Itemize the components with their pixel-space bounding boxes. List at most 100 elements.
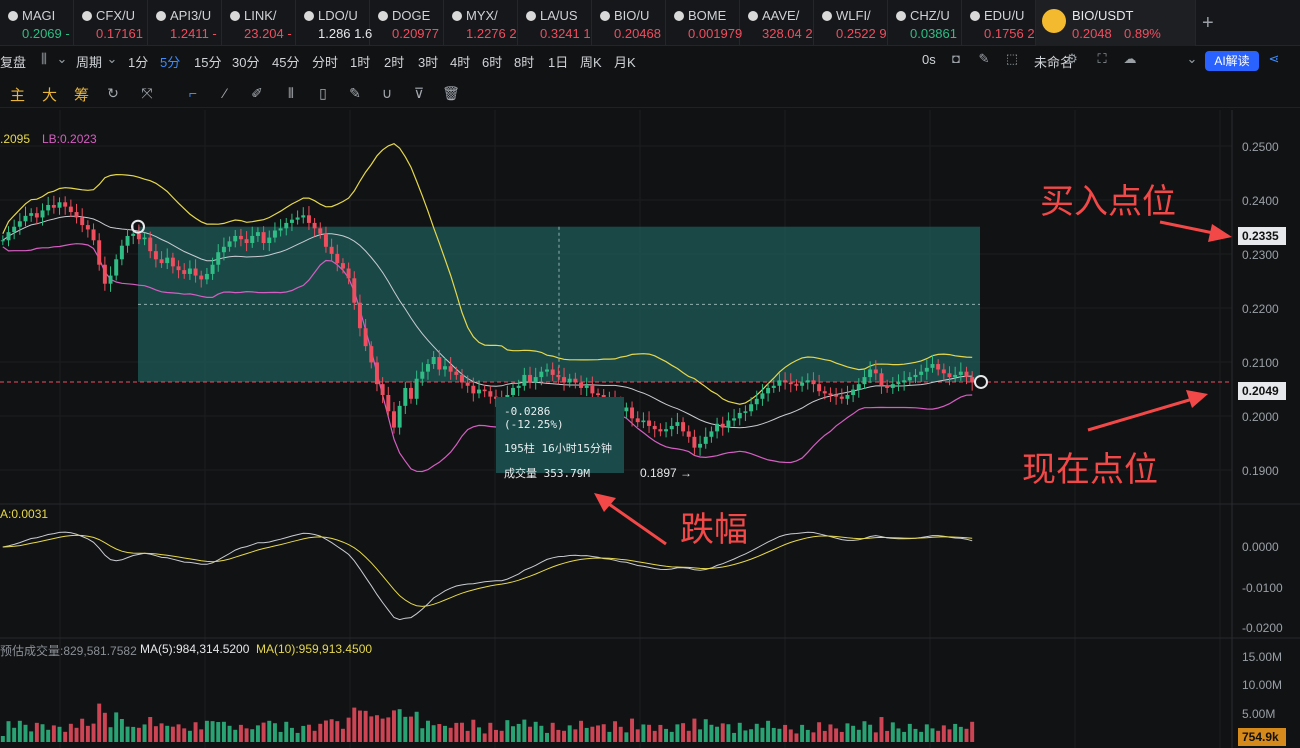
brush-icon[interactable]: ✐ [248, 84, 266, 102]
candle-body [340, 263, 345, 269]
interval-button[interactable]: 周K [580, 52, 602, 71]
interval-button[interactable]: 1日 [548, 52, 568, 71]
volume-bar [460, 722, 464, 742]
ticker-tab[interactable]: API3/U 1.2411 - [148, 0, 222, 46]
volume-bar [494, 729, 498, 742]
filter-icon[interactable]: ⊽ [410, 84, 428, 102]
ticker-tab[interactable]: LA/US 0.3241 1 [518, 0, 592, 46]
ticker-tab[interactable]: CHZ/U 0.03861 [888, 0, 962, 46]
candle-body [652, 425, 657, 430]
interval-button[interactable]: 30分 [232, 52, 259, 71]
ticker-tab[interactable]: EDU/U 0.1756 2 [962, 0, 1036, 46]
large-order-button[interactable]: 大 [42, 84, 57, 105]
settings-icon[interactable]: ⚙ [1064, 51, 1080, 67]
interval-button[interactable]: 1分 [128, 52, 148, 71]
volume-bar [318, 723, 323, 742]
interval-button[interactable]: 3时 [418, 52, 438, 71]
replay-button[interactable]: 复盘 [0, 52, 26, 71]
ticker-tab[interactable]: MYX/1.2276 2 [444, 0, 518, 46]
interval-button[interactable]: 6时 [482, 52, 502, 71]
ticker-symbol: BOME [688, 8, 727, 23]
ticker-symbol: WLFI/ [836, 8, 871, 23]
ticker-tab[interactable]: WLFI/0.2522 9 [814, 0, 888, 46]
boll-indicator: .2095 [0, 132, 31, 146]
chart-area[interactable]: .2095 LB:0.2023 A:0.0031 预估成交量:829,581.7… [0, 110, 1300, 748]
chip-distribution-button[interactable]: 筹 [74, 84, 89, 105]
cloud-icon[interactable]: ☁ [1122, 51, 1138, 67]
volume-bar [12, 727, 17, 742]
ticker-tab[interactable]: BIO/U 0.20468 [592, 0, 666, 46]
candle-body [204, 273, 209, 280]
ticker-tab[interactable]: DOGE 0.20977 [370, 0, 444, 46]
ai-analysis-button[interactable]: AI解读 [1205, 51, 1259, 71]
volume-bar [431, 725, 436, 742]
interval-button[interactable]: 2时 [384, 52, 404, 71]
chevron-down-icon[interactable]: ⌄ [1184, 51, 1200, 67]
volume-bar [255, 725, 260, 742]
ticker-tab[interactable]: BOME 0.001979 [666, 0, 742, 46]
volume-bar [17, 720, 22, 742]
note-icon[interactable]: ✎ [346, 84, 364, 102]
share-icon[interactable]: ⋖ [1266, 51, 1282, 67]
interval-button[interactable]: 4时 [450, 52, 470, 71]
pen-icon[interactable]: ✎ [976, 51, 992, 67]
bnb-logo-icon [1042, 9, 1066, 33]
indicator-icon[interactable]: ⤧ [138, 84, 156, 102]
main-indicator-button[interactable]: 主 [10, 84, 25, 105]
line-tool-icon[interactable]: ⁄ [216, 84, 234, 102]
ticker-tab[interactable]: LDO/U 1.286 1.6 [296, 0, 372, 46]
period-button[interactable]: 周期 [76, 52, 102, 71]
candle-body [136, 233, 141, 240]
now-arrow-head [1186, 390, 1208, 408]
candle-body [284, 222, 289, 229]
candle-style-icon[interactable]: ⫼ [36, 51, 52, 67]
draw-tool-icon[interactable]: ⬚ [1004, 51, 1020, 67]
candle-body [822, 391, 827, 394]
volume-bar [233, 729, 238, 742]
candle-body [346, 268, 351, 279]
volume-bar [119, 719, 124, 742]
ticker-tab[interactable]: LINK/23.204 - [222, 0, 296, 46]
candle-body [227, 241, 232, 247]
interval-button[interactable]: 45分 [272, 52, 299, 71]
pattern-icon[interactable]: ⫴ [282, 84, 300, 102]
ticker-symbol: API3/U [170, 8, 212, 23]
chevron-down-icon[interactable]: ⌄ [54, 51, 70, 67]
candle-body [6, 232, 11, 241]
candle-body [964, 371, 969, 378]
candle-body [692, 436, 697, 448]
volume-bar [148, 717, 153, 742]
candle-body [783, 380, 788, 383]
ticker-tab[interactable]: MAGI 0.2069 - [0, 0, 74, 46]
ticker-tab[interactable]: AAVE/328.04 2 [740, 0, 814, 46]
coin-icon [822, 11, 832, 21]
interval-button[interactable]: 1时 [350, 52, 370, 71]
candle-body [108, 275, 113, 284]
fullscreen-icon[interactable]: ⛶ [1094, 51, 1110, 67]
candle-body [272, 230, 277, 238]
volume-bar [556, 729, 561, 742]
ticker-tab-active[interactable]: BIO/USDT 0.2048 0.89% [1036, 0, 1196, 46]
cursor-icon[interactable]: ⌐ [184, 84, 202, 102]
interval-button[interactable]: 8时 [514, 52, 534, 71]
trash-icon[interactable]: 🗑 [442, 84, 460, 102]
magnet-icon[interactable]: ∪ [378, 84, 396, 102]
add-tab-button[interactable]: + [1202, 12, 1214, 35]
chevron-down-icon[interactable]: ⌄ [104, 51, 120, 67]
interval-button[interactable]: 分时 [312, 52, 338, 71]
volume-bar [913, 728, 918, 742]
interval-button[interactable]: 5分 [160, 52, 180, 71]
camera-icon[interactable]: ◘ [948, 51, 964, 67]
refresh-icon[interactable]: ↻ [104, 84, 122, 102]
candle-body [698, 443, 703, 448]
measure-icon[interactable]: ▯ [314, 84, 332, 102]
volume-bar [788, 729, 793, 742]
ticker-tab[interactable]: CFX/U 0.17161 [74, 0, 148, 46]
price-axis-label: 0.1900 [1242, 464, 1279, 478]
interval-button[interactable]: 15分 [194, 52, 221, 71]
volume-bar [227, 725, 232, 742]
interval-button[interactable]: 月K [614, 52, 636, 71]
volume-bar [941, 725, 946, 742]
candle-body [567, 378, 572, 383]
ticker-price: 1.2411 - [170, 26, 217, 41]
